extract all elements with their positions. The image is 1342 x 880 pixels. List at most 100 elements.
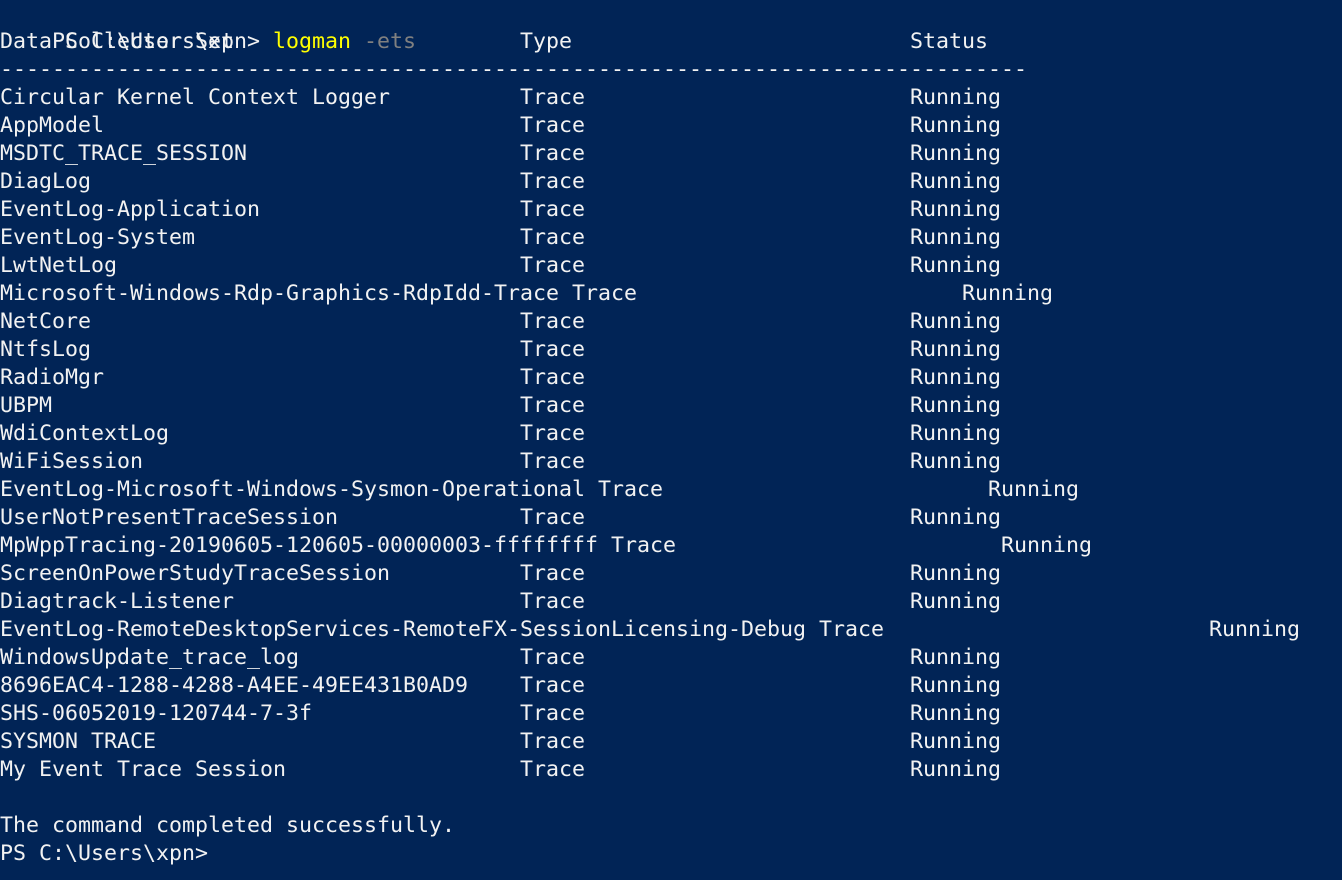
- row-name: WindowsUpdate_trace_log: [0, 645, 300, 670]
- row-type: Trace: [819, 617, 885, 642]
- row-name: Diagtrack-Listener: [0, 589, 235, 614]
- prompt-line[interactable]: PS C:\Users\xpn>: [0, 840, 208, 868]
- row-status: Running: [910, 253, 1002, 278]
- table-row: NtfsLog Trace Running: [0, 336, 1342, 364]
- row-name: NetCore: [0, 309, 92, 334]
- row-type: Trace: [520, 225, 586, 250]
- row-status: Running: [910, 141, 1002, 166]
- header-separator: ----------------------------------------…: [0, 57, 1028, 82]
- table-row: 8696EAC4-1288-4288-A4EE-49EE431B0AD9 Trac…: [0, 672, 1342, 700]
- row-status: Running: [910, 113, 1002, 138]
- row-name: WdiContextLog: [0, 421, 170, 446]
- table-row: EventLog-Application Trace Running: [0, 196, 1342, 224]
- table-row: WdiContextLog Trace Running: [0, 420, 1342, 448]
- row-status: Running: [910, 225, 1002, 250]
- row-status: Running: [1209, 617, 1301, 642]
- row-type: Trace: [520, 337, 586, 362]
- row-type: Trace: [520, 505, 586, 530]
- row-name: SHS-06052019-120744-7-3f: [0, 701, 313, 726]
- row-status: Running: [910, 561, 1002, 586]
- row-name: 8696EAC4-1288-4288-A4EE-49EE431B0AD9: [0, 673, 469, 698]
- table-row: EventLog-System Trace Running: [0, 224, 1342, 252]
- row-name: LwtNetLog: [0, 253, 118, 278]
- row-type: Trace: [520, 253, 586, 278]
- row-name: EventLog-System: [0, 225, 196, 250]
- table-row: AppModel Trace Running: [0, 112, 1342, 140]
- table-row: Diagtrack-Listener Trace Running: [0, 588, 1342, 616]
- row-name: RadioMgr: [0, 365, 105, 390]
- table-row: SYSMON TRACE Trace Running: [0, 728, 1342, 756]
- row-name: Microsoft-Windows-Rdp-Graphics-RdpIdd-Tr…: [0, 281, 560, 306]
- table-row: UserNotPresentTraceSession Trace Running: [0, 504, 1342, 532]
- row-status: Running: [910, 337, 1002, 362]
- row-status: Running: [910, 505, 1002, 530]
- row-status: Running: [910, 701, 1002, 726]
- row-type: Trace: [520, 309, 586, 334]
- table-row: LwtNetLog Trace Running: [0, 252, 1342, 280]
- row-type: Trace: [520, 365, 586, 390]
- row-name: SYSMON TRACE: [0, 729, 157, 754]
- table-row: MpWppTracing-20190605-120605-00000003-ff…: [0, 532, 1342, 560]
- row-status: Running: [1001, 533, 1093, 558]
- table-row: EventLog-RemoteDesktopServices-RemoteFX-…: [0, 616, 1342, 644]
- table-header: Data Collector Set Type Status: [0, 28, 1342, 56]
- header-type: Type: [520, 29, 573, 54]
- row-name: NtfsLog: [0, 337, 92, 362]
- table-row: ScreenOnPowerStudyTraceSession Trace Runni…: [0, 560, 1342, 588]
- powershell-console[interactable]: PS C:\Users\xpn> logman -ets Data Collec…: [0, 0, 1342, 880]
- row-type: Trace: [520, 449, 586, 474]
- row-status: Running: [988, 477, 1080, 502]
- row-type: Trace: [520, 85, 586, 110]
- table-row: NetCore Trace Running: [0, 308, 1342, 336]
- row-name: MSDTC_TRACE_SESSION: [0, 141, 248, 166]
- row-type: Trace: [520, 757, 586, 782]
- row-status: Running: [910, 673, 1002, 698]
- row-status: Running: [910, 309, 1002, 334]
- header-name: Data Collector Set: [0, 29, 235, 54]
- row-name: EventLog-RemoteDesktopServices-RemoteFX-…: [0, 617, 807, 642]
- row-type: Trace: [520, 197, 586, 222]
- row-status: Running: [910, 589, 1002, 614]
- row-type: Trace: [520, 673, 586, 698]
- table-row: EventLog-Microsoft-Windows-Sysmon-Operat…: [0, 476, 1342, 504]
- row-type: Trace: [520, 169, 586, 194]
- row-name: ScreenOnPowerStudyTraceSession: [0, 561, 391, 586]
- row-type: Trace: [520, 645, 586, 670]
- row-status: Running: [910, 365, 1002, 390]
- table-row: MSDTC_TRACE_SESSION Trace Running: [0, 140, 1342, 168]
- row-status: Running: [910, 85, 1002, 110]
- row-status: Running: [910, 645, 1002, 670]
- row-type: Trace: [520, 141, 586, 166]
- row-type: Trace: [572, 281, 638, 306]
- row-name: EventLog-Application: [0, 197, 261, 222]
- completion-message: The command completed successfully.: [0, 813, 456, 838]
- table-row: WiFiSession Trace Running: [0, 448, 1342, 476]
- row-type: Trace: [520, 701, 586, 726]
- row-name: UBPM: [0, 393, 53, 418]
- command-line: PS C:\Users\xpn> logman -ets: [0, 0, 416, 54]
- table-row: Microsoft-Windows-Rdp-Graphics-RdpIdd-Tr…: [0, 280, 1342, 308]
- table-row: UBPM Trace Running: [0, 392, 1342, 420]
- table-row: Circular Kernel Context Logger Trace Runni…: [0, 84, 1342, 112]
- row-status: Running: [910, 449, 1002, 474]
- row-type: Trace: [611, 533, 677, 558]
- row-status: Running: [910, 169, 1002, 194]
- row-name: UserNotPresentTraceSession: [0, 505, 339, 530]
- row-type: Trace: [520, 589, 586, 614]
- row-name: EventLog-Microsoft-Windows-Sysmon-Operat…: [0, 477, 586, 502]
- row-status: Running: [910, 197, 1002, 222]
- row-name: My Event Trace Session: [0, 757, 287, 782]
- row-status: Running: [910, 729, 1002, 754]
- row-name: WiFiSession: [0, 449, 144, 474]
- row-type: Trace: [520, 729, 586, 754]
- row-name: DiagLog: [0, 169, 92, 194]
- row-status: Running: [962, 281, 1054, 306]
- row-name: Circular Kernel Context Logger: [0, 85, 391, 110]
- row-type: Trace: [598, 477, 664, 502]
- row-type: Trace: [520, 561, 586, 586]
- table-row: My Event Trace Session Trace Running: [0, 756, 1342, 784]
- row-type: Trace: [520, 421, 586, 446]
- header-status: Status: [910, 29, 989, 54]
- row-name: MpWppTracing-20190605-120605-00000003-ff…: [0, 533, 599, 558]
- row-type: Trace: [520, 393, 586, 418]
